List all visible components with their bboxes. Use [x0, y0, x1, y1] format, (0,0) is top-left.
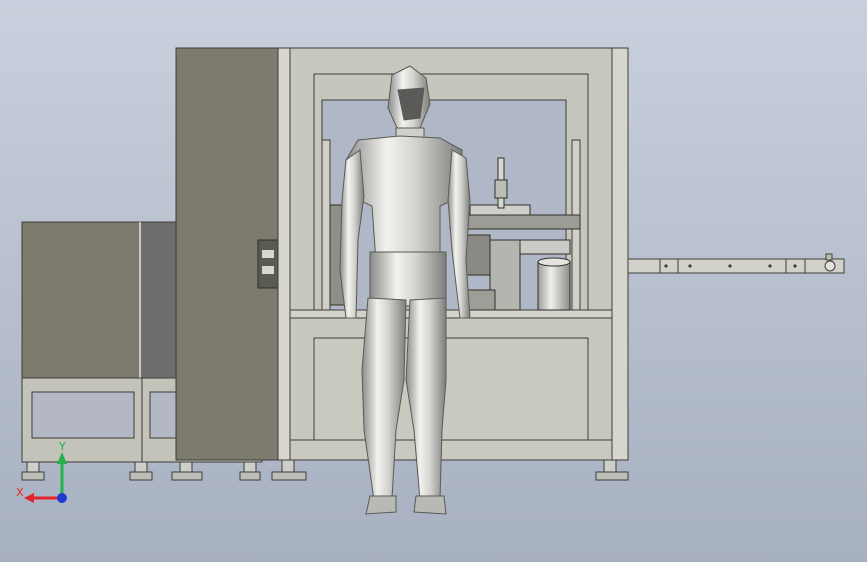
- y-axis-label: Y: [59, 440, 66, 453]
- main-cabinet-side: [175, 47, 279, 461]
- x-axis-label: X: [16, 486, 24, 499]
- machine-model-view[interactable]: [0, 0, 867, 562]
- cad-viewport[interactable]: X Y: [0, 0, 867, 562]
- z-axis-dot: [57, 493, 67, 503]
